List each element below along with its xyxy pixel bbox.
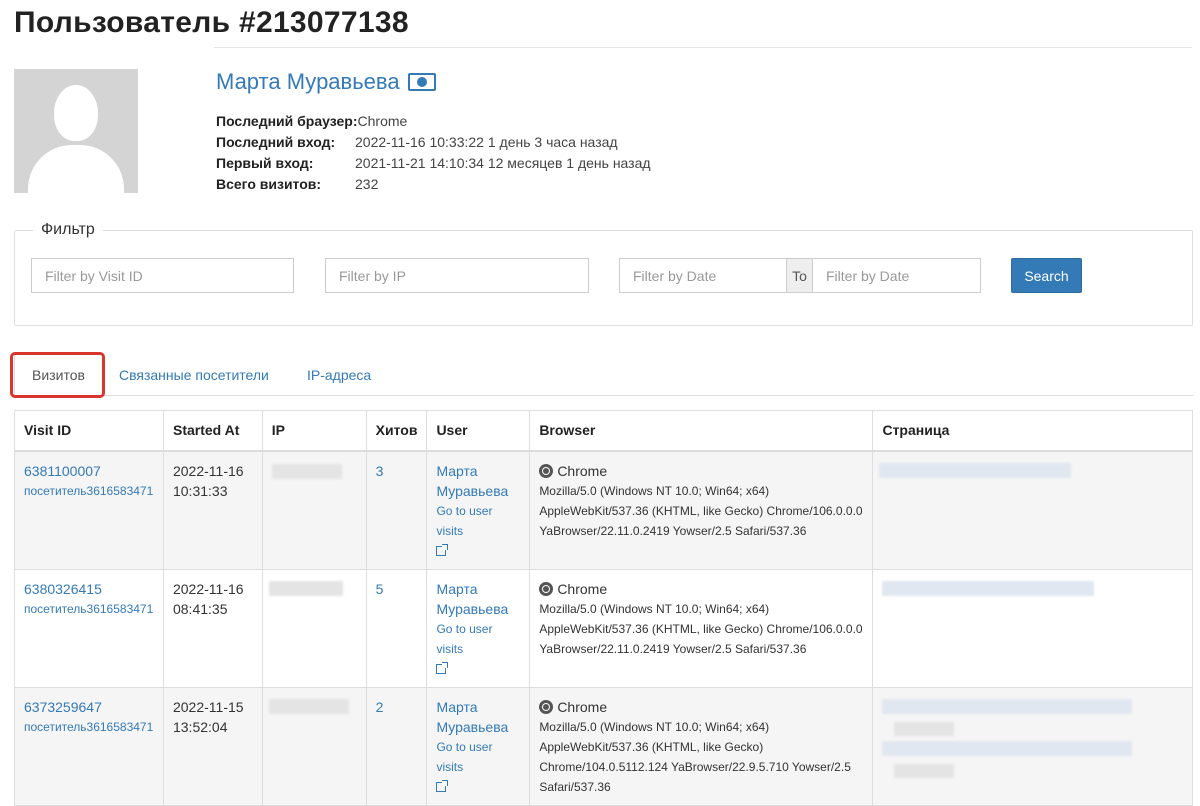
go-to-user-visits-link[interactable]: Go to user visits: [436, 737, 520, 777]
browser-name: Chrome: [557, 698, 608, 715]
redacted-page: [882, 580, 1095, 596]
visit-date: 2022-11-16: [172, 580, 244, 597]
user-link[interactable]: Марта: [436, 697, 520, 717]
annotation-highlight: [10, 352, 105, 398]
user-agent-line: AppleWebKit/537.36 (KHTML, like Gecko): [539, 739, 764, 754]
page-title: Пользователь #213077138: [14, 6, 409, 39]
info-value: 232: [355, 175, 379, 192]
visit-date: 2022-11-15: [172, 698, 244, 715]
visit-id-link[interactable]: 6381100007: [24, 461, 154, 481]
chrome-icon: [539, 581, 554, 596]
redacted-page: [879, 462, 1072, 478]
hits-link[interactable]: 2: [376, 699, 384, 715]
visitor-link[interactable]: посетитель3616583471: [24, 717, 154, 737]
table-row: 6380326415 посетитель3616583471 2022-11-…: [14, 568, 1193, 688]
browser-name: Chrome: [557, 580, 608, 597]
user-link[interactable]: Муравьева: [436, 599, 520, 619]
user-agent-line: YaBrowser/22.11.0.2419 Yowser/2.5 Safari…: [539, 641, 807, 656]
ip-filter-input[interactable]: [325, 258, 589, 293]
visits-table: Visit ID Started At IP Хитов User Browse…: [14, 410, 1193, 806]
tab-ip-addresses[interactable]: IP-адреса: [292, 353, 386, 396]
column-header[interactable]: IP: [261, 410, 367, 452]
info-label: Всего визитов:: [216, 175, 322, 192]
info-row-total-visits: Всего визитов: 232: [216, 173, 651, 194]
visitor-link[interactable]: посетитель3616583471: [24, 599, 154, 619]
column-header[interactable]: Хитов: [365, 410, 428, 452]
date-from-input[interactable]: [619, 258, 787, 293]
filter-legend: Фильтр: [33, 221, 103, 239]
money-icon[interactable]: [407, 73, 436, 91]
hits-link[interactable]: 3: [376, 463, 384, 479]
filter-panel: Фильтр To Search: [14, 221, 1193, 326]
hits-link[interactable]: 5: [376, 581, 384, 597]
visitor-link[interactable]: посетитель3616583471: [24, 481, 154, 501]
user-agent-line: Mozilla/5.0 (Windows NT 10.0; Win64; x64…: [539, 483, 770, 498]
visit-id-link[interactable]: 6380326415: [24, 579, 154, 599]
redacted-ip: [268, 698, 349, 714]
user-link[interactable]: Муравьева: [436, 717, 520, 737]
info-row-last-browser: Последний браузер: Chrome: [216, 110, 651, 131]
redacted-page: [894, 763, 955, 778]
user-name[interactable]: Марта Муравьева: [216, 69, 400, 95]
column-header[interactable]: User: [426, 410, 531, 452]
column-header[interactable]: Visit ID: [14, 410, 164, 452]
go-to-user-visits-link[interactable]: Go to user visits: [436, 619, 520, 659]
column-header[interactable]: Started At: [162, 410, 263, 452]
column-header[interactable]: Browser: [529, 410, 874, 452]
user-agent-line: AppleWebKit/537.36 (KHTML, like Gecko) C…: [539, 621, 863, 636]
date-range-to-label: To: [787, 258, 812, 293]
go-to-user-visits-link[interactable]: Go to user visits: [436, 501, 520, 541]
table-header-row: Visit ID Started At IP Хитов User Browse…: [14, 410, 1193, 452]
external-link-icon[interactable]: [436, 661, 449, 674]
redacted-page: [882, 698, 1133, 714]
chrome-icon: [539, 699, 554, 714]
info-label: Последний вход:: [216, 133, 336, 150]
redacted-page: [882, 740, 1133, 756]
user-info: Последний браузер: Chrome Последний вход…: [216, 110, 651, 194]
title-divider: [214, 47, 1192, 48]
visit-id-link[interactable]: 6373259647: [24, 697, 154, 717]
info-row-first-login: Первый вход: 2021-11-21 14:10:34 12 меся…: [216, 152, 651, 173]
info-row-last-login: Последний вход: 2022-11-16 10:33:22 1 де…: [216, 131, 651, 152]
user-agent-line: Safari/537.36: [539, 779, 611, 794]
info-value: 2021-11-21 14:10:34 12 месяцев 1 день на…: [355, 154, 651, 171]
visit-time: 08:41:35: [172, 600, 228, 617]
chrome-icon: [539, 463, 554, 478]
browser-name: Chrome: [557, 462, 608, 479]
redacted-ip: [271, 463, 342, 479]
visit-time: 13:52:04: [172, 718, 228, 735]
redacted-page: [894, 721, 955, 736]
column-header[interactable]: Страница: [872, 410, 1193, 452]
visit-date: 2022-11-16: [172, 462, 244, 479]
visit-id-filter-input[interactable]: [31, 258, 294, 293]
search-button[interactable]: Search: [1011, 258, 1082, 293]
info-value: Chrome: [357, 112, 408, 129]
external-link-icon[interactable]: [436, 779, 449, 792]
tab-bar: Визитов Связанные посетители IP-адреса: [14, 353, 1193, 396]
user-link[interactable]: Марта: [436, 461, 520, 481]
table-row: 6381100007 посетитель3616583471 2022-11-…: [14, 450, 1193, 570]
user-agent-line: YaBrowser/22.11.0.2419 Yowser/2.5 Safari…: [539, 523, 807, 538]
user-agent-line: Chrome/104.0.5112.124 YaBrowser/22.9.5.7…: [539, 759, 851, 774]
visit-time: 10:31:33: [172, 482, 228, 499]
date-to-input[interactable]: [812, 258, 981, 293]
user-name-row: Марта Муравьева: [216, 69, 436, 95]
redacted-ip: [268, 580, 343, 596]
tab-related-visitors[interactable]: Связанные посетители: [104, 353, 284, 396]
info-label: Последний браузер:: [216, 112, 358, 129]
info-value: 2022-11-16 10:33:22 1 день 3 часа назад: [355, 133, 618, 150]
user-agent-line: Mozilla/5.0 (Windows NT 10.0; Win64; x64…: [539, 719, 770, 734]
avatar: [14, 69, 138, 193]
info-label: Первый вход:: [216, 154, 314, 171]
table-row: 6373259647 посетитель3616583471 2022-11-…: [14, 686, 1193, 806]
user-agent-line: Mozilla/5.0 (Windows NT 10.0; Win64; x64…: [539, 601, 770, 616]
external-link-icon[interactable]: [436, 543, 449, 556]
user-link[interactable]: Муравьева: [436, 481, 520, 501]
user-agent-line: AppleWebKit/537.36 (KHTML, like Gecko) C…: [539, 503, 863, 518]
user-link[interactable]: Марта: [436, 579, 520, 599]
